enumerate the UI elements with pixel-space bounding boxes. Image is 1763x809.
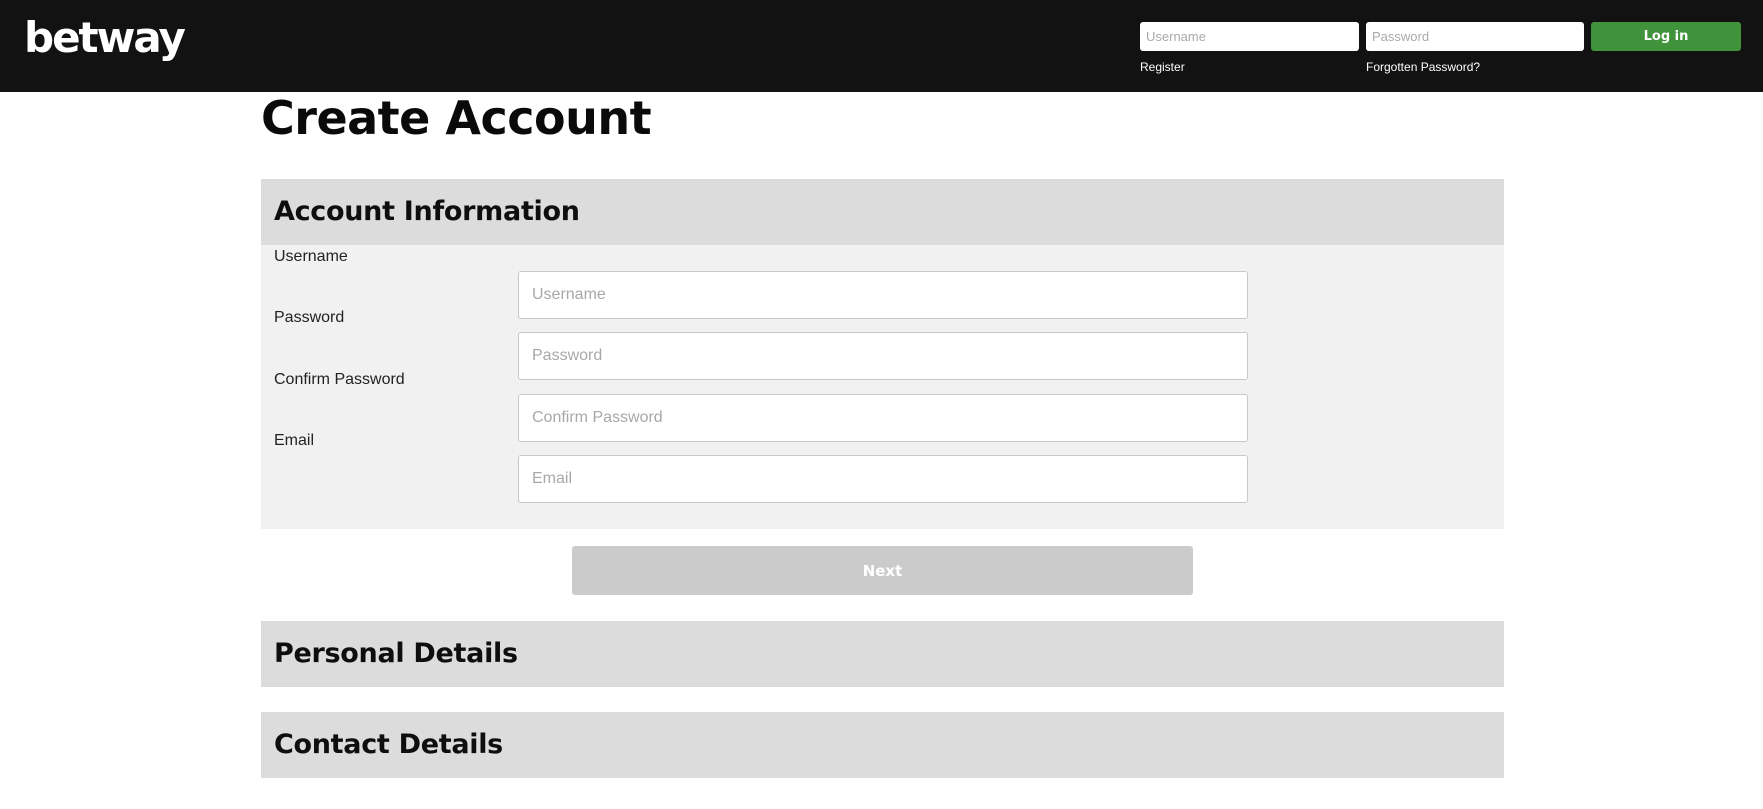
section-header-contact-details[interactable]: Contact Details — [261, 712, 1504, 778]
password-input[interactable] — [518, 332, 1248, 380]
account-information-form: Username Password Confirm Password Email — [261, 245, 1504, 529]
username-label: Username — [274, 248, 348, 265]
page-title: Create Account — [261, 91, 652, 145]
login-button[interactable]: Log in — [1591, 22, 1741, 51]
next-button[interactable]: Next — [572, 546, 1193, 595]
confirm-password-label: Confirm Password — [274, 371, 405, 388]
header-username-input[interactable] — [1140, 22, 1359, 51]
register-link[interactable]: Register — [1140, 60, 1185, 74]
section-header-personal-details[interactable]: Personal Details — [261, 621, 1504, 687]
section-title: Contact Details — [274, 729, 503, 760]
confirm-password-input[interactable] — [518, 394, 1248, 442]
section-header-account-information[interactable]: Account Information — [261, 179, 1504, 245]
section-title: Personal Details — [274, 638, 518, 669]
forgotten-password-link[interactable]: Forgotten Password? — [1366, 60, 1480, 74]
email-label: Email — [274, 432, 315, 449]
top-navigation-bar: betway Log in Register Forgotten Passwor… — [0, 0, 1763, 92]
betway-logo[interactable]: betway — [24, 10, 186, 66]
email-input[interactable] — [518, 455, 1248, 503]
header-password-input[interactable] — [1366, 22, 1584, 51]
section-title: Account Information — [274, 196, 580, 227]
password-label: Password — [274, 309, 345, 326]
username-input[interactable] — [518, 271, 1248, 319]
